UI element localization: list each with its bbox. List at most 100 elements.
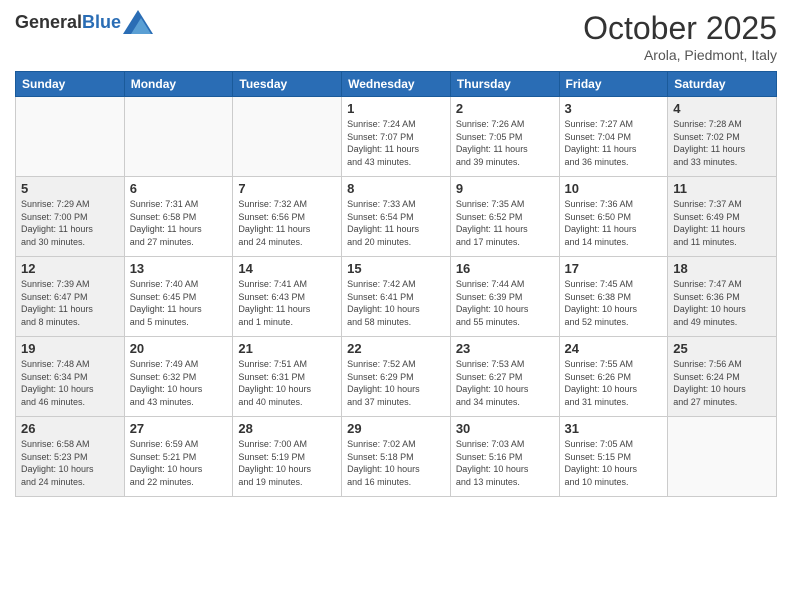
table-row: 28 Sunrise: 7:00 AMSunset: 5:19 PMDayligh…	[233, 417, 342, 497]
logo: GeneralBlue	[15, 10, 153, 34]
table-row: 19 Sunrise: 7:48 AMSunset: 6:34 PMDayligh…	[16, 337, 125, 417]
day-info: Sunrise: 7:35 AMSunset: 6:52 PMDaylight:…	[456, 198, 554, 248]
day-number: 28	[238, 421, 336, 436]
header-wednesday: Wednesday	[342, 72, 451, 97]
week-row-1: 1 Sunrise: 7:24 AMSunset: 7:07 PMDaylight…	[16, 97, 777, 177]
day-number: 13	[130, 261, 228, 276]
table-row: 25 Sunrise: 7:56 AMSunset: 6:24 PMDayligh…	[668, 337, 777, 417]
header-sunday: Sunday	[16, 72, 125, 97]
day-info: Sunrise: 7:05 AMSunset: 5:15 PMDaylight:…	[565, 438, 663, 488]
day-number: 18	[673, 261, 771, 276]
table-row: 22Sunrise: 7:52 AMSunset: 6:29 PMDayligh…	[342, 337, 451, 417]
table-row: 20Sunrise: 7:49 AMSunset: 6:32 PMDayligh…	[124, 337, 233, 417]
table-row: 16 Sunrise: 7:44 AMSunset: 6:39 PMDayligh…	[450, 257, 559, 337]
table-row: 10Sunrise: 7:36 AMSunset: 6:50 PMDayligh…	[559, 177, 668, 257]
table-row: 17 Sunrise: 7:45 AMSunset: 6:38 PMDayligh…	[559, 257, 668, 337]
table-row: 23Sunrise: 7:53 AMSunset: 6:27 PMDayligh…	[450, 337, 559, 417]
day-info: Sunrise: 7:51 AMSunset: 6:31 PMDaylight:…	[238, 358, 336, 408]
header-saturday: Saturday	[668, 72, 777, 97]
table-row: 6 Sunrise: 7:31 AMSunset: 6:58 PMDaylight…	[124, 177, 233, 257]
day-number: 8	[347, 181, 445, 196]
table-row: 30 Sunrise: 7:03 AMSunset: 5:16 PMDayligh…	[450, 417, 559, 497]
table-row: 9Sunrise: 7:35 AMSunset: 6:52 PMDaylight…	[450, 177, 559, 257]
day-number: 4	[673, 101, 771, 116]
day-number: 5	[21, 181, 119, 196]
table-row: 29Sunrise: 7:02 AMSunset: 5:18 PMDayligh…	[342, 417, 451, 497]
table-row: 31 Sunrise: 7:05 AMSunset: 5:15 PMDayligh…	[559, 417, 668, 497]
day-number: 21	[238, 341, 336, 356]
table-row	[233, 97, 342, 177]
day-info: Sunrise: 7:33 AMSunset: 6:54 PMDaylight:…	[347, 198, 445, 248]
header: GeneralBlue October 2025 Arola, Piedmont…	[15, 10, 777, 63]
logo-text: GeneralBlue	[15, 12, 121, 33]
location: Arola, Piedmont, Italy	[583, 47, 777, 63]
table-row: 4Sunrise: 7:28 AMSunset: 7:02 PMDaylight…	[668, 97, 777, 177]
header-thursday: Thursday	[450, 72, 559, 97]
table-row: 11 Sunrise: 7:37 AMSunset: 6:49 PMDayligh…	[668, 177, 777, 257]
table-row: 7 Sunrise: 7:32 AMSunset: 6:56 PMDaylight…	[233, 177, 342, 257]
table-row	[668, 417, 777, 497]
table-row: 12Sunrise: 7:39 AMSunset: 6:47 PMDayligh…	[16, 257, 125, 337]
day-number: 11	[673, 181, 771, 196]
day-number: 24	[565, 341, 663, 356]
day-number: 25	[673, 341, 771, 356]
day-info: Sunrise: 7:29 AMSunset: 7:00 PMDaylight:…	[21, 198, 119, 248]
table-row: 14Sunrise: 7:41 AMSunset: 6:43 PMDayligh…	[233, 257, 342, 337]
table-row: 3 Sunrise: 7:27 AMSunset: 7:04 PMDaylight…	[559, 97, 668, 177]
day-info: Sunrise: 7:45 AMSunset: 6:38 PMDaylight:…	[565, 278, 663, 328]
table-row: 18Sunrise: 7:47 AMSunset: 6:36 PMDayligh…	[668, 257, 777, 337]
day-info: Sunrise: 7:26 AMSunset: 7:05 PMDaylight:…	[456, 118, 554, 168]
table-row: 27 Sunrise: 6:59 AMSunset: 5:21 PMDayligh…	[124, 417, 233, 497]
day-number: 7	[238, 181, 336, 196]
week-row-2: 5 Sunrise: 7:29 AMSunset: 7:00 PMDaylight…	[16, 177, 777, 257]
logo-blue: Blue	[82, 12, 121, 32]
day-number: 23	[456, 341, 554, 356]
day-number: 1	[347, 101, 445, 116]
table-row: 26 Sunrise: 6:58 AMSunset: 5:23 PMDayligh…	[16, 417, 125, 497]
week-row-5: 26 Sunrise: 6:58 AMSunset: 5:23 PMDayligh…	[16, 417, 777, 497]
day-number: 31	[565, 421, 663, 436]
month-title: October 2025	[583, 10, 777, 47]
header-monday: Monday	[124, 72, 233, 97]
day-info: Sunrise: 6:58 AMSunset: 5:23 PMDaylight:…	[21, 438, 119, 488]
title-block: October 2025 Arola, Piedmont, Italy	[583, 10, 777, 63]
day-info: Sunrise: 7:32 AMSunset: 6:56 PMDaylight:…	[238, 198, 336, 248]
table-row	[124, 97, 233, 177]
table-row: 21 Sunrise: 7:51 AMSunset: 6:31 PMDayligh…	[233, 337, 342, 417]
logo-general: General	[15, 12, 82, 32]
table-row: 1 Sunrise: 7:24 AMSunset: 7:07 PMDaylight…	[342, 97, 451, 177]
day-info: Sunrise: 7:56 AMSunset: 6:24 PMDaylight:…	[673, 358, 771, 408]
day-info: Sunrise: 7:36 AMSunset: 6:50 PMDaylight:…	[565, 198, 663, 248]
day-info: Sunrise: 7:48 AMSunset: 6:34 PMDaylight:…	[21, 358, 119, 408]
day-number: 16	[456, 261, 554, 276]
table-row: 2 Sunrise: 7:26 AMSunset: 7:05 PMDaylight…	[450, 97, 559, 177]
day-number: 26	[21, 421, 119, 436]
calendar-page: GeneralBlue October 2025 Arola, Piedmont…	[0, 0, 792, 612]
day-number: 29	[347, 421, 445, 436]
day-info: Sunrise: 7:37 AMSunset: 6:49 PMDaylight:…	[673, 198, 771, 248]
day-info: Sunrise: 7:00 AMSunset: 5:19 PMDaylight:…	[238, 438, 336, 488]
day-info: Sunrise: 7:39 AMSunset: 6:47 PMDaylight:…	[21, 278, 119, 328]
day-info: Sunrise: 7:40 AMSunset: 6:45 PMDaylight:…	[130, 278, 228, 328]
day-number: 27	[130, 421, 228, 436]
day-number: 19	[21, 341, 119, 356]
day-info: Sunrise: 7:03 AMSunset: 5:16 PMDaylight:…	[456, 438, 554, 488]
day-info: Sunrise: 7:31 AMSunset: 6:58 PMDaylight:…	[130, 198, 228, 248]
day-info: Sunrise: 7:27 AMSunset: 7:04 PMDaylight:…	[565, 118, 663, 168]
day-number: 30	[456, 421, 554, 436]
day-info: Sunrise: 6:59 AMSunset: 5:21 PMDaylight:…	[130, 438, 228, 488]
table-row	[16, 97, 125, 177]
day-info: Sunrise: 7:41 AMSunset: 6:43 PMDaylight:…	[238, 278, 336, 328]
day-info: Sunrise: 7:24 AMSunset: 7:07 PMDaylight:…	[347, 118, 445, 168]
day-info: Sunrise: 7:49 AMSunset: 6:32 PMDaylight:…	[130, 358, 228, 408]
day-number: 15	[347, 261, 445, 276]
header-friday: Friday	[559, 72, 668, 97]
week-row-4: 19 Sunrise: 7:48 AMSunset: 6:34 PMDayligh…	[16, 337, 777, 417]
day-number: 6	[130, 181, 228, 196]
day-number: 2	[456, 101, 554, 116]
day-number: 3	[565, 101, 663, 116]
day-number: 17	[565, 261, 663, 276]
days-header-row: Sunday Monday Tuesday Wednesday Thursday…	[16, 72, 777, 97]
week-row-3: 12Sunrise: 7:39 AMSunset: 6:47 PMDayligh…	[16, 257, 777, 337]
day-info: Sunrise: 7:44 AMSunset: 6:39 PMDaylight:…	[456, 278, 554, 328]
